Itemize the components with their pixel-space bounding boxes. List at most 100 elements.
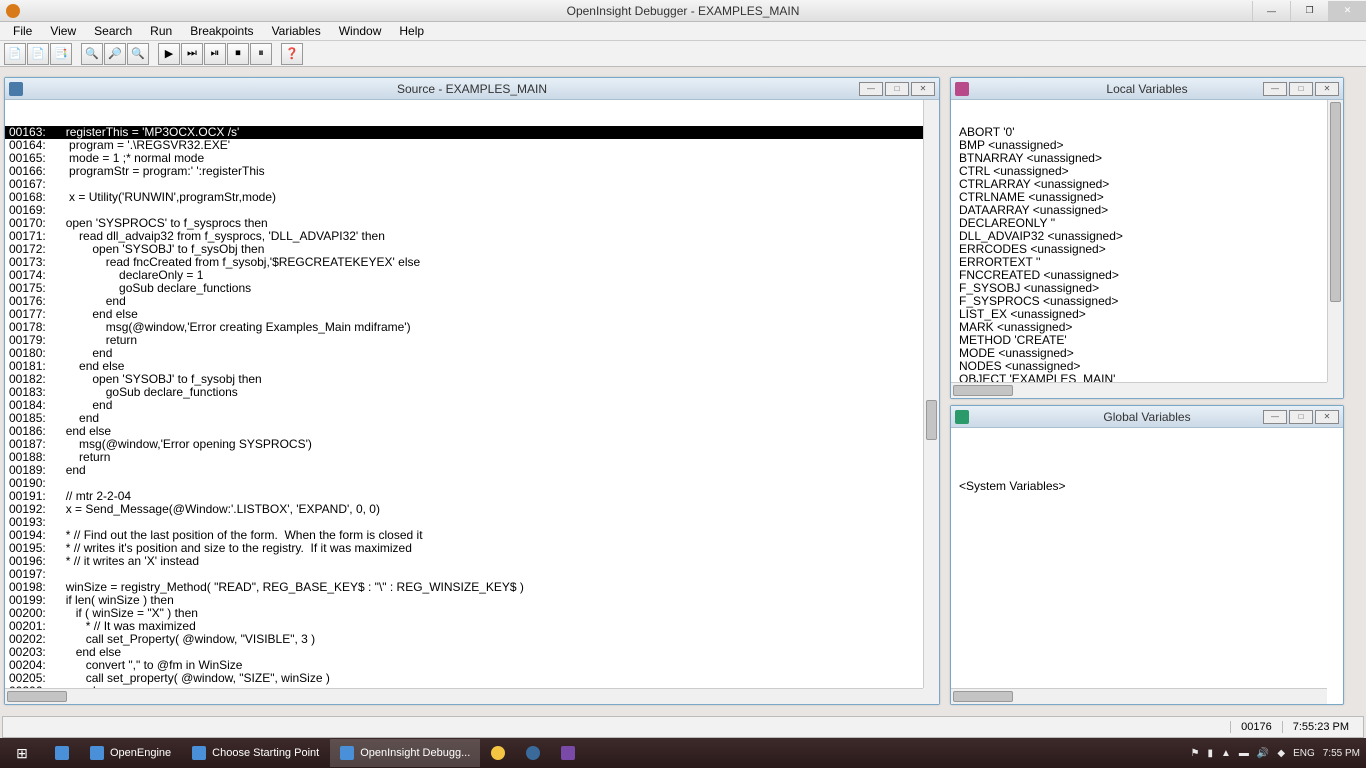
code-line[interactable]: 00179: return [5, 334, 939, 347]
menu-help[interactable]: Help [390, 23, 433, 39]
source-pane-icon [9, 82, 23, 96]
maximize-button[interactable]: ❐ [1290, 1, 1328, 21]
menu-run[interactable]: Run [141, 23, 181, 39]
source-vscroll[interactable] [923, 100, 939, 688]
system-tray[interactable]: ⚑ ▮ ▲ ▬ 🔊 ◆ ENG 7:55 PM [1185, 748, 1366, 759]
source-pane-titlebar[interactable]: Source - EXAMPLES_MAIN — □ ✕ [5, 78, 939, 100]
code-line[interactable]: 00196: * // it writes an 'X' instead [5, 555, 939, 568]
taskbar-button[interactable]: OpenInsight Debugg... [330, 739, 480, 767]
minimize-button[interactable]: — [1252, 1, 1290, 21]
taskbar-misc-icon[interactable] [551, 739, 585, 767]
code-line[interactable]: 00176: end [5, 295, 939, 308]
source-close-icon[interactable]: ✕ [911, 82, 935, 96]
code-line[interactable]: 00175: goSub declare_functions [5, 282, 939, 295]
code-lines: 00163: registerThis = 'MP3OCX.OCX /s'001… [5, 126, 939, 698]
code-line[interactable]: 00184: end [5, 399, 939, 412]
code-line[interactable]: 00202: call set_Property( @window, "VISI… [5, 633, 939, 646]
start-button[interactable]: ⊞ [0, 738, 44, 768]
tray-wifi-icon[interactable]: ▲ [1221, 748, 1231, 759]
status-bar: 00176 7:55:23 PM [2, 716, 1364, 738]
menu-search[interactable]: Search [85, 23, 141, 39]
code-line[interactable]: 00180: end [5, 347, 939, 360]
taskbar-button[interactable] [45, 739, 79, 767]
toolbar-button[interactable]: ❓ [281, 43, 303, 65]
tray-cloud-icon[interactable]: ◆ [1277, 748, 1285, 759]
menu-window[interactable]: Window [330, 23, 391, 39]
toolbar-button[interactable]: 📑 [50, 43, 72, 65]
toolbar-group-1: 📄📄📑 [4, 43, 72, 65]
code-line[interactable]: 00185: end [5, 412, 939, 425]
globals-pane-icon [955, 410, 969, 424]
code-line[interactable]: 00183: goSub declare_functions [5, 386, 939, 399]
code-line[interactable]: 00178: msg(@window,'Error creating Examp… [5, 321, 939, 334]
taskbar-button[interactable]: Choose Starting Point [182, 739, 329, 767]
mdi-workspace: Source - EXAMPLES_MAIN — □ ✕ 00163: regi… [0, 67, 1366, 710]
taskbar-app-icon[interactable] [516, 739, 550, 767]
source-hscroll[interactable] [5, 688, 923, 704]
code-line[interactable]: 00166: programStr = program:' ':register… [5, 165, 939, 178]
globals-pane-titlebar[interactable]: Global Variables — □ ✕ [951, 406, 1343, 428]
tray-network-icon[interactable]: ▮ [1208, 748, 1214, 759]
code-line[interactable]: 00192: x = Send_Message(@Window:'.LISTBO… [5, 503, 939, 516]
close-button[interactable]: ✕ [1328, 1, 1366, 21]
code-line[interactable]: 00168: x = Utility('RUNWIN',programStr,m… [5, 191, 939, 204]
toolbar-button[interactable]: ⏹ [227, 43, 249, 65]
toolbar-group-2: 🔍🔎🔍 [81, 43, 149, 65]
toolbar-button[interactable]: 📄 [4, 43, 26, 65]
globals-minimize-icon[interactable]: — [1263, 410, 1287, 424]
locals-close-icon[interactable]: ✕ [1315, 82, 1339, 96]
tray-lang[interactable]: ENG [1293, 748, 1315, 759]
tray-volume-icon[interactable]: 🔊 [1257, 748, 1269, 759]
toolbar: 📄📄📑 🔍🔎🔍 ▶⏭⏯⏹⏸ ❓ [0, 41, 1366, 67]
locals-pane-icon [955, 82, 969, 96]
locals-vscroll[interactable] [1327, 100, 1343, 382]
taskbar-app-icon [340, 746, 354, 760]
toolbar-button[interactable]: ⏭ [181, 43, 203, 65]
source-minimize-icon[interactable]: — [859, 82, 883, 96]
toolbar-button[interactable]: ⏯ [204, 43, 226, 65]
code-line[interactable]: 00205: call set_property( @window, "SIZE… [5, 672, 939, 685]
windows-taskbar: ⊞ OpenEngineChoose Starting PointOpenIns… [0, 738, 1366, 768]
globals-close-icon[interactable]: ✕ [1315, 410, 1339, 424]
menu-breakpoints[interactable]: Breakpoints [181, 23, 262, 39]
tray-clock[interactable]: 7:55 PM [1323, 748, 1360, 759]
source-pane-title: Source - EXAMPLES_MAIN [397, 82, 547, 96]
tray-battery-icon[interactable]: ▬ [1239, 748, 1249, 759]
locals-hscroll[interactable] [951, 382, 1327, 398]
menu-file[interactable]: File [4, 23, 41, 39]
taskbar-app-icon [192, 746, 206, 760]
source-pane: Source - EXAMPLES_MAIN — □ ✕ 00163: regi… [4, 77, 940, 705]
globals-pane-title: Global Variables [1103, 410, 1190, 424]
source-body[interactable]: 00163: registerThis = 'MP3OCX.OCX /s'001… [5, 100, 939, 704]
locals-body[interactable]: ABORT '0'BMP <unassigned>BTNARRAY <unass… [951, 100, 1343, 398]
taskbar-chrome-icon[interactable] [481, 739, 515, 767]
toolbar-button[interactable]: 🔍 [81, 43, 103, 65]
toolbar-button[interactable]: 🔍 [127, 43, 149, 65]
code-line[interactable]: 00188: return [5, 451, 939, 464]
source-maximize-icon[interactable]: □ [885, 82, 909, 96]
locals-pane-title: Local Variables [1106, 82, 1187, 96]
globals-system-vars[interactable]: <System Variables> [955, 480, 1343, 493]
tray-flag-icon[interactable]: ⚑ [1191, 748, 1200, 759]
app-titlebar: OpenInsight Debugger - EXAMPLES_MAIN — ❐… [0, 0, 1366, 22]
taskbar-button[interactable]: OpenEngine [80, 739, 181, 767]
globals-hscroll[interactable] [951, 688, 1327, 704]
menu-variables[interactable]: Variables [263, 23, 330, 39]
toolbar-button[interactable]: 📄 [27, 43, 49, 65]
code-line[interactable]: 00190: [5, 477, 939, 490]
globals-maximize-icon[interactable]: □ [1289, 410, 1313, 424]
globals-body[interactable]: <System Variables> [951, 428, 1343, 704]
locals-maximize-icon[interactable]: □ [1289, 82, 1313, 96]
status-time: 7:55:23 PM [1282, 721, 1359, 733]
menu-bar: File View Search Run Breakpoints Variabl… [0, 22, 1366, 41]
locals-minimize-icon[interactable]: — [1263, 82, 1287, 96]
toolbar-button[interactable]: 🔎 [104, 43, 126, 65]
taskbar-items: OpenEngineChoose Starting PointOpenInsig… [44, 739, 480, 767]
toolbar-button[interactable]: ⏸ [250, 43, 272, 65]
toolbar-button[interactable]: ▶ [158, 43, 180, 65]
locals-pane-titlebar[interactable]: Local Variables — □ ✕ [951, 78, 1343, 100]
code-line[interactable]: 00189: end [5, 464, 939, 477]
code-line[interactable]: 00187: msg(@window,'Error opening SYSPRO… [5, 438, 939, 451]
locals-pane: Local Variables — □ ✕ ABORT '0'BMP <unas… [950, 77, 1344, 399]
menu-view[interactable]: View [41, 23, 85, 39]
